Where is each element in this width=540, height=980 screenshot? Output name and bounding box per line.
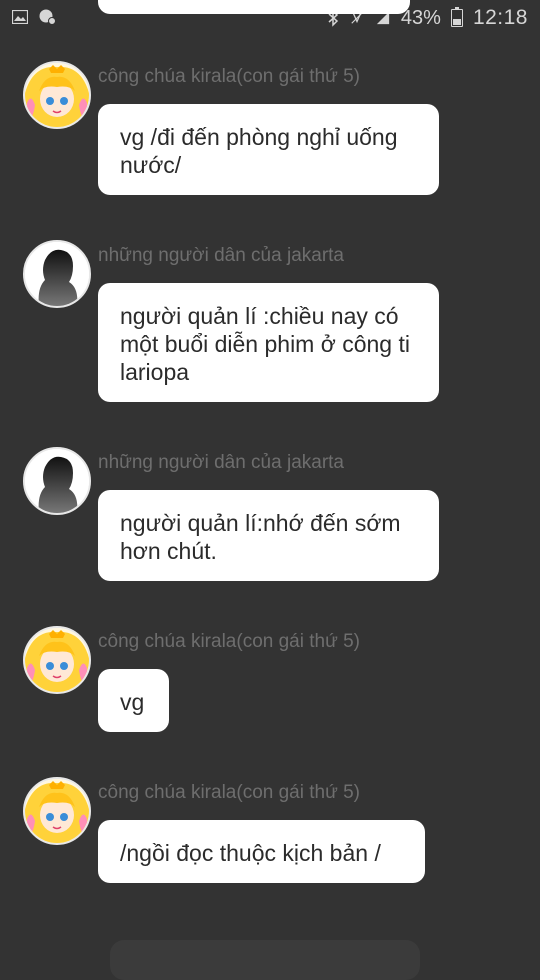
- sender-name: những người dân của jakarta: [98, 452, 344, 473]
- image-icon: [12, 10, 28, 24]
- princess-avatar[interactable]: [23, 61, 91, 129]
- status-left-icons: [12, 9, 56, 25]
- message-bubble[interactable]: /ngồi đọc thuộc kịch bản /: [98, 820, 425, 883]
- princess-avatar-image: [25, 628, 89, 692]
- message-bubble[interactable]: vg: [98, 669, 169, 732]
- silhouette-avatar-image: [25, 242, 89, 306]
- next-message-bubble: [110, 940, 420, 980]
- sender-name: những người dân của jakarta: [98, 245, 344, 266]
- battery-icon: [450, 7, 463, 27]
- princess-avatar[interactable]: [23, 626, 91, 694]
- sender-name: công chúa kirala(con gái thứ 5): [98, 631, 360, 652]
- message-bubble[interactable]: người quản lí :chiều nay có một buổi diễ…: [98, 283, 439, 402]
- sender-name: công chúa kirala(con gái thứ 5): [98, 782, 360, 803]
- silhouette-avatar-image: [25, 449, 89, 513]
- silhouette-avatar[interactable]: [23, 240, 91, 308]
- previous-message-bubble: [98, 0, 410, 14]
- princess-avatar-image: [25, 779, 89, 843]
- princess-avatar[interactable]: [23, 777, 91, 845]
- sender-name: công chúa kirala(con gái thứ 5): [98, 66, 360, 87]
- message-bubble[interactable]: người quản lí:nhớ đến sớm hơn chút.: [98, 490, 439, 581]
- message-bubble[interactable]: vg /đi đến phòng nghỉ uống nước/: [98, 104, 439, 195]
- princess-avatar-image: [25, 63, 89, 127]
- messenger-icon: [39, 9, 56, 25]
- silhouette-avatar[interactable]: [23, 447, 91, 515]
- clock: 12:18: [472, 6, 528, 29]
